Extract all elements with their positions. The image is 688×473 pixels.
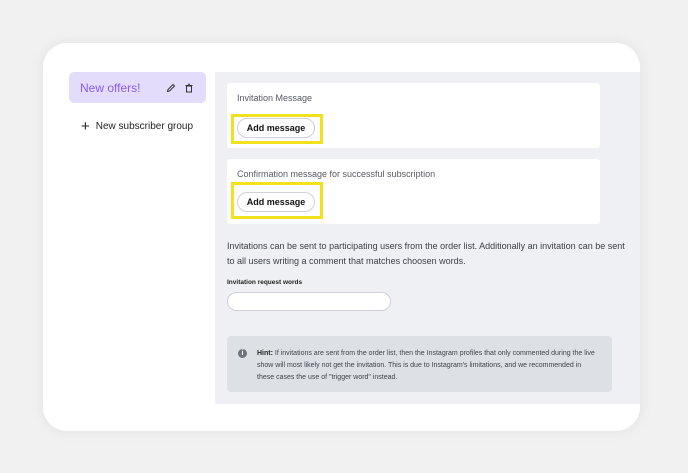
add-confirmation-message-button[interactable]: Add message [237, 192, 315, 212]
add-invitation-message-button[interactable]: Add message [237, 118, 315, 138]
sidebar-item-new-offers[interactable]: New offers! [69, 72, 206, 103]
invitation-request-words-input[interactable] [227, 292, 391, 311]
trash-icon[interactable] [182, 81, 196, 95]
hint-text: If invitations are sent from the order l… [257, 350, 595, 381]
new-subscriber-group-button[interactable]: + New subscriber group [81, 117, 206, 135]
pencil-icon[interactable] [164, 81, 178, 95]
subscriber-group-sidebar: New offers! + New subscriber group [69, 72, 206, 135]
invitation-request-words-label: Invitation request words [227, 279, 303, 286]
group-name: New offers! [80, 80, 141, 95]
invitation-description: Invitations can be sent to participating… [227, 241, 625, 266]
plus-icon: + [81, 117, 90, 135]
app-card: New offers! + New subscriber group Invit… [43, 43, 640, 431]
invitation-message-title: Invitation Message [237, 93, 313, 103]
info-icon: i [238, 349, 247, 358]
hint-box: i Hint: If invitations are sent from the… [227, 336, 612, 392]
confirmation-message-title: Confirmation message for successful subs… [237, 169, 436, 179]
invitation-message-section: Invitation Message Add message [227, 83, 600, 148]
new-group-label: New subscriber group [95, 121, 194, 132]
hint-prefix: Hint: [257, 350, 273, 357]
confirmation-message-section: Confirmation message for successful subs… [227, 159, 600, 224]
group-settings-panel: Invitation Message Add message Confirmat… [215, 72, 640, 404]
